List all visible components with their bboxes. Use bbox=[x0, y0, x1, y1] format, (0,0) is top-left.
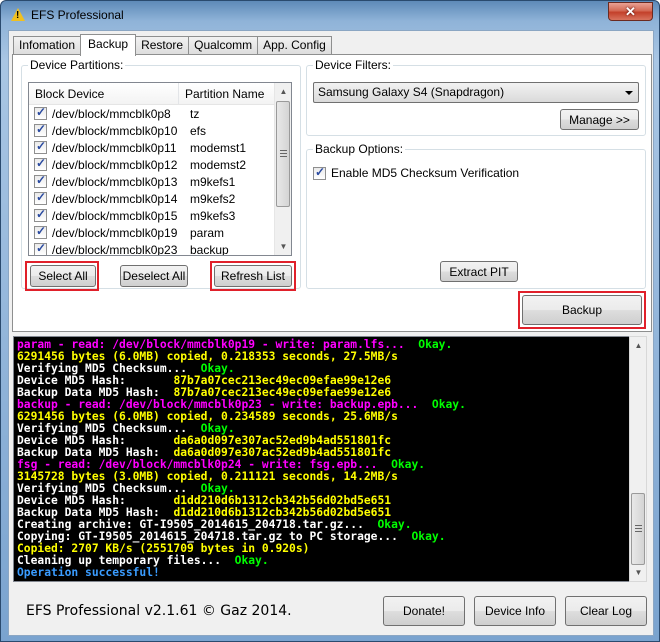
manage-button[interactable]: Manage >> bbox=[560, 109, 639, 130]
partition-name: m9kefs3 bbox=[190, 208, 236, 223]
partition-checkbox[interactable] bbox=[34, 224, 47, 239]
log-scroll-down-icon[interactable]: ▼ bbox=[630, 564, 647, 581]
partition-checkbox[interactable] bbox=[34, 139, 47, 154]
partition-device: /dev/block/mmcblk0p15 bbox=[52, 208, 178, 223]
log-scroll-thumb[interactable] bbox=[631, 493, 645, 565]
list-scrollbar[interactable]: ▲ ▼ bbox=[274, 83, 291, 255]
partition-row[interactable]: /dev/block/mmcblk0p12 modemst2 bbox=[29, 156, 291, 173]
partition-device: /dev/block/mmcblk0p13 bbox=[52, 174, 178, 189]
partition-row[interactable]: /dev/block/mmcblk0p15 m9kefs3 bbox=[29, 207, 291, 224]
title-bar: EFS Professional ✕ bbox=[1, 1, 659, 29]
partition-device: /dev/block/mmcblk0p11 bbox=[52, 140, 177, 155]
tab-backup[interactable]: Backup bbox=[80, 34, 137, 56]
partitions-list[interactable]: Block Device Partition Name /dev/block/m… bbox=[28, 82, 292, 256]
device-filter-value: Samsung Galaxy S4 (Snapdragon) bbox=[318, 85, 505, 99]
select-all-button[interactable]: Select All bbox=[30, 265, 96, 287]
backup-button[interactable]: Backup bbox=[522, 295, 642, 325]
partition-row[interactable]: /dev/block/mmcblk0p19 param bbox=[29, 224, 291, 241]
close-button[interactable]: ✕ bbox=[608, 2, 653, 21]
partition-row[interactable]: /dev/block/mmcblk0p8 tz bbox=[29, 105, 291, 122]
log-segment: Operation successful! bbox=[17, 566, 160, 579]
partition-device: /dev/block/mmcblk0p12 bbox=[52, 157, 178, 172]
warning-app-icon bbox=[11, 8, 25, 21]
list-header: Block Device Partition Name bbox=[29, 83, 291, 105]
md5-checkbox[interactable] bbox=[313, 165, 326, 180]
device-filters-label: Device Filters: bbox=[313, 58, 394, 72]
tab-app-config[interactable]: App. Config bbox=[257, 36, 332, 55]
backup-options-label: Backup Options: bbox=[313, 142, 406, 156]
partition-row[interactable]: /dev/block/mmcblk0p10 efs bbox=[29, 122, 291, 139]
partition-checkbox[interactable] bbox=[34, 173, 47, 188]
log-lines: param - read: /dev/block/mmcblk0p19 - wr… bbox=[14, 337, 643, 579]
app-window: EFS Professional ✕ Infomation Backup Res… bbox=[0, 0, 660, 642]
log-scroll-up-icon[interactable]: ▲ bbox=[630, 337, 647, 354]
client-area: Infomation Backup Restore Qualcomm App. … bbox=[8, 30, 654, 636]
window-title: EFS Professional bbox=[31, 8, 124, 22]
partition-device: /dev/block/mmcblk0p23 bbox=[52, 242, 178, 256]
donate-button[interactable]: Donate! bbox=[383, 596, 465, 626]
scroll-down-icon[interactable]: ▼ bbox=[275, 238, 291, 255]
partition-name: efs bbox=[190, 123, 207, 138]
partition-device: /dev/block/mmcblk0p14 bbox=[52, 191, 178, 206]
refresh-list-button[interactable]: Refresh List bbox=[214, 265, 292, 287]
deselect-all-button[interactable]: Deselect All bbox=[120, 265, 188, 287]
md5-checkbox-label: Enable MD5 Checksum Verification bbox=[331, 166, 520, 180]
partition-name: backup bbox=[190, 242, 229, 256]
partition-name: m9kefs1 bbox=[190, 174, 236, 189]
device-partitions-label: Device Partitions: bbox=[28, 58, 126, 72]
partition-row[interactable]: /dev/block/mmcblk0p11 modemst1 bbox=[29, 139, 291, 156]
partition-checkbox[interactable] bbox=[34, 156, 47, 171]
partition-checkbox[interactable] bbox=[34, 122, 47, 137]
partition-name: tz bbox=[190, 106, 200, 121]
log-console[interactable]: param - read: /dev/block/mmcblk0p19 - wr… bbox=[13, 336, 644, 582]
partition-name: param bbox=[190, 225, 225, 240]
log-segment: Okay. bbox=[234, 554, 269, 567]
partition-row[interactable]: /dev/block/mmcblk0p13 m9kefs1 bbox=[29, 173, 291, 190]
partition-device: /dev/block/mmcblk0p10 bbox=[52, 123, 178, 138]
partition-row[interactable]: /dev/block/mmcblk0p14 m9kefs2 bbox=[29, 190, 291, 207]
partition-checkbox[interactable] bbox=[34, 105, 47, 120]
device-info-button[interactable]: Device Info bbox=[474, 596, 556, 626]
partition-device: /dev/block/mmcblk0p8 bbox=[52, 106, 171, 121]
partition-name: modemst2 bbox=[190, 157, 247, 172]
tab-qualcomm[interactable]: Qualcomm bbox=[188, 36, 259, 55]
column-partition-name[interactable]: Partition Name bbox=[179, 83, 275, 104]
device-partitions-group: Device Partitions: Block Device Partitio… bbox=[21, 58, 301, 291]
scroll-thumb[interactable] bbox=[276, 101, 290, 207]
log-segment: Okay. bbox=[431, 398, 466, 411]
log-segment: Okay. bbox=[411, 530, 446, 543]
partition-checkbox[interactable] bbox=[34, 241, 47, 255]
tab-restore[interactable]: Restore bbox=[135, 36, 190, 55]
partition-name: m9kefs2 bbox=[190, 191, 236, 206]
tab-strip: Infomation Backup Restore Qualcomm App. … bbox=[13, 34, 332, 56]
backup-options-group: Backup Options: Enable MD5 Checksum Veri… bbox=[306, 142, 646, 289]
log-scrollbar[interactable]: ▲ ▼ bbox=[629, 336, 647, 582]
md5-checkbox-row[interactable]: Enable MD5 Checksum Verification bbox=[308, 165, 520, 180]
partition-checkbox[interactable] bbox=[34, 207, 47, 222]
backup-tab-panel: Device Partitions: Block Device Partitio… bbox=[12, 54, 652, 332]
tab-information[interactable]: Infomation bbox=[13, 36, 82, 55]
log-line: Operation successful! bbox=[14, 567, 643, 579]
clear-log-button[interactable]: Clear Log bbox=[565, 596, 647, 626]
partition-device: /dev/block/mmcblk0p19 bbox=[52, 225, 178, 240]
chevron-down-icon bbox=[625, 91, 633, 95]
log-segment: Okay. bbox=[418, 338, 453, 351]
partition-row[interactable]: /dev/block/mmcblk0p23 backup bbox=[29, 241, 291, 256]
list-rows: /dev/block/mmcblk0p8 tz/dev/block/mmcblk0… bbox=[29, 105, 291, 256]
device-filters-group: Device Filters: Samsung Galaxy S4 (Snapd… bbox=[306, 58, 646, 136]
version-label: EFS Professional v2.1.61 © Gaz 2014. bbox=[26, 603, 292, 619]
device-filter-select[interactable]: Samsung Galaxy S4 (Snapdragon) bbox=[313, 82, 639, 103]
extract-pit-button[interactable]: Extract PIT bbox=[440, 261, 518, 282]
partition-checkbox[interactable] bbox=[34, 190, 47, 205]
partition-name: modemst1 bbox=[190, 140, 247, 155]
column-block-device[interactable]: Block Device bbox=[29, 83, 179, 104]
scroll-up-icon[interactable]: ▲ bbox=[275, 83, 291, 100]
